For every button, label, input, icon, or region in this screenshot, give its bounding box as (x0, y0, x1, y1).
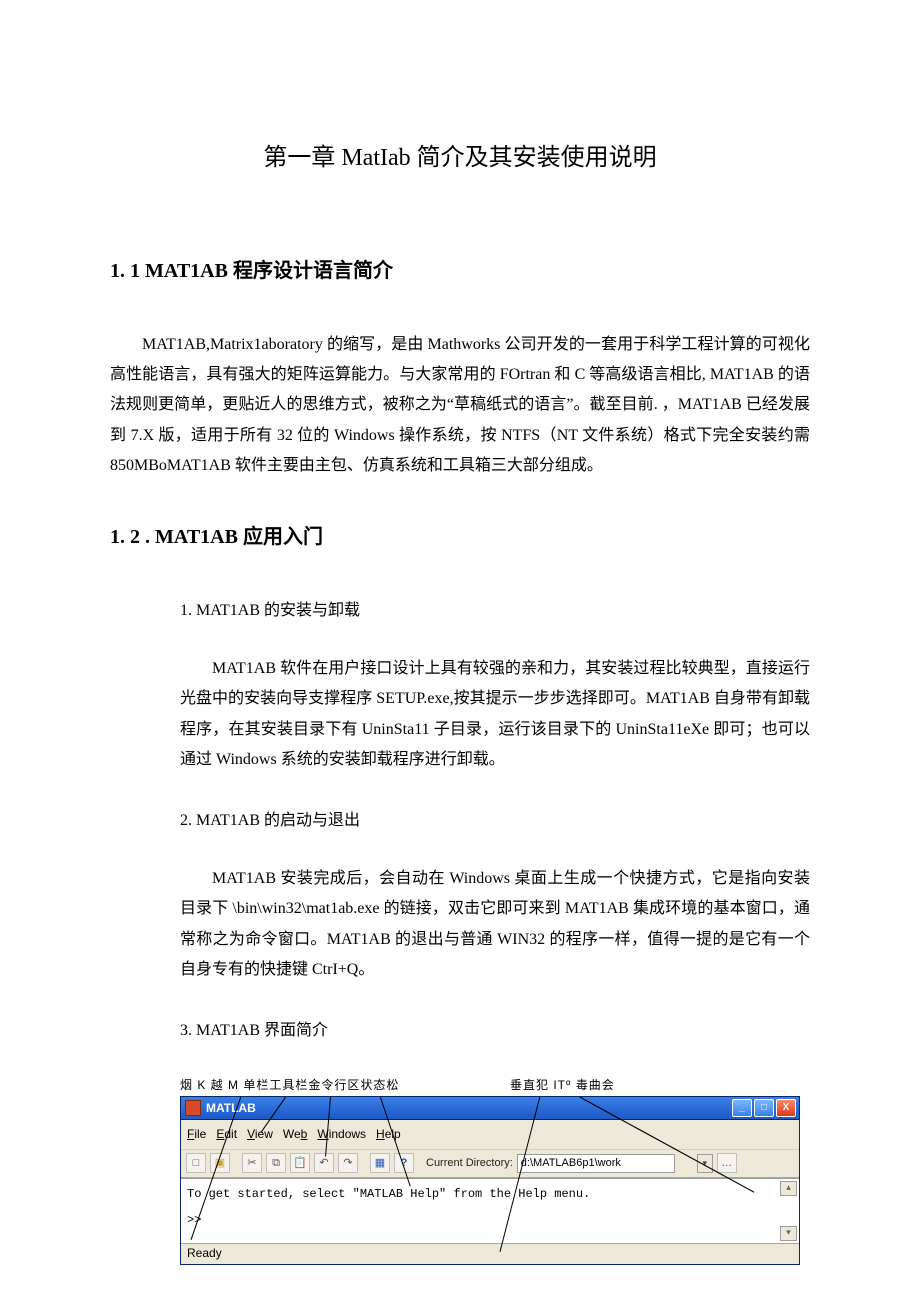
command-start-message: To get started, select "MATLAB Help" fro… (187, 1183, 793, 1206)
menubar: File Edit View Web Windows Help (181, 1120, 799, 1149)
menu-web[interactable]: Web (283, 1123, 307, 1146)
sec2-item2-heading: 2. MAT1AB 的启动与退出 (110, 806, 810, 836)
window-title: MATLAB (206, 1097, 256, 1120)
menu-file[interactable]: File (187, 1123, 206, 1146)
doc-title: 第一章 MatIab 简介及其安装使用说明 (110, 136, 810, 182)
matlab-window: MATLAB _ □ X File Edit View Web Windows … (180, 1096, 800, 1265)
simulink-icon[interactable]: ▦ (370, 1153, 390, 1173)
cut-icon[interactable]: ✂ (242, 1153, 262, 1173)
figure-annotation-labels: 烟 K 越 M 单栏工具栏金令行区状态松 垂直犯 ITº 毒曲会 (180, 1074, 800, 1094)
sec2-item1-p: MAT1AB 软件在用户接口设计上具有较强的亲和力，其安装过程比较典型，直接运行… (110, 654, 810, 776)
sec2-item1-heading: 1. MAT1AB 的安装与卸载 (110, 596, 810, 626)
status-text: Ready (187, 1242, 222, 1264)
scroll-up-icon[interactable]: ▴ (780, 1181, 797, 1196)
redo-icon[interactable]: ↷ (338, 1153, 358, 1173)
window-titlebar: MATLAB _ □ X (181, 1097, 799, 1120)
copy-icon[interactable]: ⧉ (266, 1153, 286, 1173)
directory-dropdown-icon[interactable]: ▾ (697, 1154, 713, 1173)
undo-icon[interactable]: ↶ (314, 1153, 334, 1173)
current-directory-field[interactable]: d:\MATLAB6p1\work (517, 1154, 675, 1173)
app-icon (185, 1100, 201, 1116)
figure-label-left: 烟 K 越 M 单栏工具栏金令行区状态松 (180, 1074, 399, 1097)
window-close-button[interactable]: X (776, 1099, 796, 1117)
command-window[interactable]: ▴ ▾ To get started, select "MATLAB Help"… (181, 1178, 799, 1243)
figure-label-right: 垂直犯 ITº 毒曲会 (510, 1074, 615, 1097)
menu-help[interactable]: Help (376, 1123, 401, 1146)
help-icon[interactable]: ? (394, 1153, 414, 1173)
window-maximize-button[interactable]: □ (754, 1099, 774, 1117)
menu-view[interactable]: View (247, 1123, 273, 1146)
current-directory-label: Current Directory: (426, 1153, 513, 1174)
open-icon[interactable]: ▣ (210, 1153, 230, 1173)
new-file-icon[interactable]: □ (186, 1153, 206, 1173)
section-1-heading: 1. 1 MAT1AB 程序设计语言简介 (110, 252, 810, 290)
section-2-heading: 1. 2 . MAT1AB 应用入门 (110, 518, 810, 556)
statusbar: Ready (181, 1243, 799, 1264)
menu-edit[interactable]: Edit (216, 1123, 237, 1146)
paste-icon[interactable]: 📋 (290, 1153, 310, 1173)
sec2-item2-p: MAT1AB 安装完成后，会自动在 Windows 桌面上生成一个快捷方式，它是… (110, 864, 810, 986)
matlab-screenshot-figure: 烟 K 越 M 单栏工具栏金令行区状态松 垂直犯 ITº 毒曲会 MATLAB … (180, 1074, 800, 1265)
menu-windows[interactable]: Windows (317, 1123, 366, 1146)
sec2-item3-heading: 3. MAT1AB 界面简介 (110, 1016, 810, 1046)
scroll-down-icon[interactable]: ▾ (780, 1226, 797, 1241)
section-1-p1: MAT1AB,Matrix1aboratory 的缩写，是由 Mathworks… (110, 330, 810, 482)
window-minimize-button[interactable]: _ (732, 1099, 752, 1117)
directory-browse-button[interactable]: … (717, 1153, 737, 1173)
toolbar: □ ▣ ✂ ⧉ 📋 ↶ ↷ ▦ ? Current Directory: d:\… (181, 1149, 799, 1178)
command-prompt: >> (187, 1209, 793, 1232)
